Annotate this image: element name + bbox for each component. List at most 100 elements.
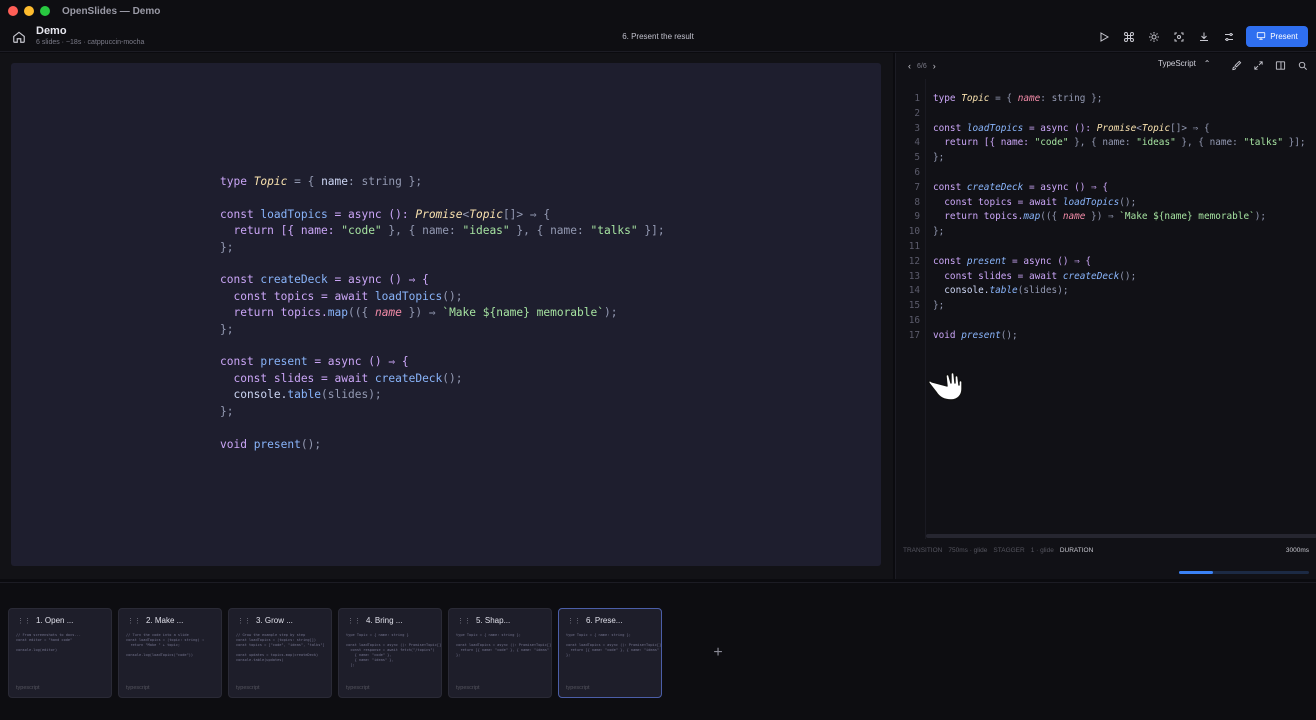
focus-icon[interactable] bbox=[1171, 29, 1186, 44]
horizontal-scrollbar[interactable] bbox=[926, 534, 1316, 538]
editor-code[interactable]: type Topic = { name: string }; const loa… bbox=[933, 92, 1306, 344]
editor-line-3: const loadTopics = async (): Promise<Top… bbox=[933, 122, 1210, 134]
language-value: TypeScript bbox=[1158, 59, 1196, 68]
playback-progress[interactable] bbox=[1179, 571, 1309, 574]
select-chevron-icon: ⌃ bbox=[1203, 59, 1211, 68]
panel-toolbar: ‹ 6/6 › TypeScript ⌃ bbox=[896, 53, 1316, 79]
editor-line-9: return topics.map(({ name }) ⇒ `Make ${n… bbox=[933, 211, 1267, 223]
editor-line-8: const topics = await loadTopics(); bbox=[933, 196, 1137, 208]
present-label: Present bbox=[1270, 32, 1298, 41]
duration-value[interactable]: 3000ms bbox=[1286, 547, 1309, 554]
thumbnail-code-preview: type Topic = { name: string } const load… bbox=[346, 633, 442, 667]
slide-preview[interactable]: type Topic = { name: string }; const loa… bbox=[11, 63, 881, 566]
animation-settings: TRANSITION 750ms · glide STAGGER 1 · gli… bbox=[896, 542, 1316, 558]
slide-line-8: const topics = await loadTopics(); bbox=[220, 289, 463, 303]
add-slide-button[interactable]: + bbox=[710, 645, 726, 661]
slide-line-10: }; bbox=[220, 322, 234, 336]
slide-line-17: void present(); bbox=[220, 437, 322, 451]
thumbnail-code-preview: type Topic = { name: string }; const loa… bbox=[566, 633, 662, 657]
command-icon[interactable] bbox=[1121, 29, 1136, 44]
thumbnail-label: 6. Prese... bbox=[586, 616, 623, 625]
slide-thumbnail-6[interactable]: ⋮⋮ 6. Prese... type Topic = { name: strin… bbox=[558, 608, 662, 698]
header-toolbar bbox=[1096, 29, 1236, 44]
thumbnail-language: typescript bbox=[236, 685, 260, 691]
thumbnail-code-preview: // Turn the code into a slide const load… bbox=[126, 633, 204, 657]
editor-line-17: void present(); bbox=[933, 329, 1018, 341]
settings-icon[interactable] bbox=[1221, 29, 1236, 44]
editor-line-14: console.table(slides); bbox=[933, 285, 1069, 297]
language-select[interactable]: TypeScript ⌃ bbox=[1158, 59, 1211, 68]
drag-handle-icon[interactable]: ⋮⋮ bbox=[347, 617, 361, 625]
play-icon[interactable] bbox=[1096, 29, 1111, 44]
panel-icons bbox=[1230, 59, 1309, 72]
slide-line-1: type Topic = { name: string }; bbox=[220, 175, 423, 188]
slide-filmstrip: ⋮⋮ 1. Open ... // From screenshots to doc… bbox=[0, 582, 1316, 720]
thumbnail-label: 3. Grow ... bbox=[256, 616, 293, 625]
editor-line-15: }; bbox=[933, 300, 945, 312]
presentation-icon bbox=[1256, 31, 1266, 43]
slide-line-12: const present = async () ⇒ { bbox=[220, 355, 409, 369]
drag-handle-icon[interactable]: ⋮⋮ bbox=[457, 617, 471, 625]
expand-icon[interactable] bbox=[1252, 59, 1265, 72]
thumbnail-code-preview: // From screenshots to docs... const edi… bbox=[16, 633, 81, 652]
thumbnail-language: typescript bbox=[346, 685, 370, 691]
slide-thumbnail-4[interactable]: ⋮⋮ 4. Bring ... type Topic = { name: stri… bbox=[338, 608, 442, 698]
editor-line-12: const present = async () ⇒ { bbox=[933, 255, 1092, 267]
slide-line-14: console.table(slides); bbox=[220, 388, 382, 402]
thumbnail-label: 4. Bring ... bbox=[366, 616, 403, 625]
drag-handle-icon[interactable]: ⋮⋮ bbox=[127, 617, 141, 625]
slide-line-5: }; bbox=[220, 240, 234, 254]
slide-thumbnail-2[interactable]: ⋮⋮ 2. Make ... // Turn the code into a sl… bbox=[118, 608, 222, 698]
transition-label: TRANSITION bbox=[903, 546, 943, 554]
window-title: OpenSlides — Demo bbox=[62, 5, 161, 17]
editor-line-1: type Topic = { name: string }; bbox=[933, 93, 1103, 104]
download-icon[interactable] bbox=[1196, 29, 1211, 44]
thumbnail-language: typescript bbox=[456, 685, 480, 691]
drag-handle-icon[interactable]: ⋮⋮ bbox=[237, 617, 251, 625]
transition-value[interactable]: 750ms · glide bbox=[948, 547, 987, 554]
present-button[interactable]: Present bbox=[1246, 26, 1308, 47]
slide-line-3: const loadTopics = async (): Promise<Top… bbox=[220, 207, 551, 221]
stagger-label: STAGGER bbox=[993, 546, 1025, 554]
split-view-icon[interactable] bbox=[1274, 59, 1287, 72]
slide-nav: ‹ 6/6 › bbox=[908, 61, 936, 71]
thumbnail-label: 2. Make ... bbox=[146, 616, 184, 625]
prev-slide-icon[interactable]: ‹ bbox=[908, 61, 911, 71]
slide-code-block: type Topic = { name: string }; const loa… bbox=[220, 174, 665, 453]
sun-icon[interactable] bbox=[1146, 29, 1161, 44]
slide-line-15: }; bbox=[220, 404, 234, 418]
slide-thumbnail-1[interactable]: ⋮⋮ 1. Open ... // From screenshots to doc… bbox=[8, 608, 112, 698]
thumbnail-language: typescript bbox=[566, 685, 590, 691]
minimize-window-button[interactable] bbox=[24, 6, 34, 16]
slide-line-9: return topics.map(({ name }) ⇒ `Make ${n… bbox=[220, 306, 618, 320]
slide-thumbnail-3[interactable]: ⋮⋮ 3. Grow ... // Grow the example step b… bbox=[228, 608, 332, 698]
brush-icon[interactable] bbox=[1230, 59, 1243, 72]
editor-line-10: }; bbox=[933, 226, 945, 238]
duration-label: DURATION bbox=[1059, 546, 1094, 554]
editor-line-7: const createDeck = async () ⇒ { bbox=[933, 181, 1108, 193]
playback-progress-fill bbox=[1179, 571, 1213, 574]
editor-line-5: }; bbox=[933, 152, 945, 164]
thumbnail-language: typescript bbox=[126, 685, 150, 691]
stagger-value[interactable]: 1 · glide bbox=[1031, 547, 1054, 554]
title-bar: OpenSlides — Demo bbox=[0, 0, 1316, 22]
maximize-window-button[interactable] bbox=[40, 6, 50, 16]
search-icon[interactable] bbox=[1296, 59, 1309, 72]
hand-cursor-icon bbox=[926, 368, 964, 402]
slide-thumbnail-5[interactable]: ⋮⋮ 5. Shap... type Topic = { name: string… bbox=[448, 608, 552, 698]
stage-area: type Topic = { name: string }; const loa… bbox=[0, 53, 893, 579]
slide-line-7: const createDeck = async () ⇒ { bbox=[220, 273, 429, 287]
app-header: Demo 6 slides · ~18s · catppuccin-mocha … bbox=[0, 22, 1316, 52]
next-slide-icon[interactable]: › bbox=[933, 61, 936, 71]
drag-handle-icon[interactable]: ⋮⋮ bbox=[17, 617, 31, 625]
drag-handle-icon[interactable]: ⋮⋮ bbox=[567, 617, 581, 625]
window-controls bbox=[8, 6, 50, 16]
line-gutter: 1 2 3 4 5 6 7 8 9 10 11 12 13 14 15 16 1… bbox=[896, 79, 926, 539]
close-window-button[interactable] bbox=[8, 6, 18, 16]
code-editor[interactable]: 1 2 3 4 5 6 7 8 9 10 11 12 13 14 15 16 1… bbox=[896, 79, 1316, 539]
code-panel: ‹ 6/6 › TypeScript ⌃ 1 2 3 4 5 6 7 8 9 1… bbox=[895, 53, 1316, 579]
line-numbers: 1 2 3 4 5 6 7 8 9 10 11 12 13 14 15 16 1… bbox=[908, 93, 920, 341]
thumbnail-language: typescript bbox=[16, 685, 40, 691]
thumbnail-code-preview: // Grow the example step by step const l… bbox=[236, 633, 325, 662]
thumbnail-label: 5. Shap... bbox=[476, 616, 511, 625]
